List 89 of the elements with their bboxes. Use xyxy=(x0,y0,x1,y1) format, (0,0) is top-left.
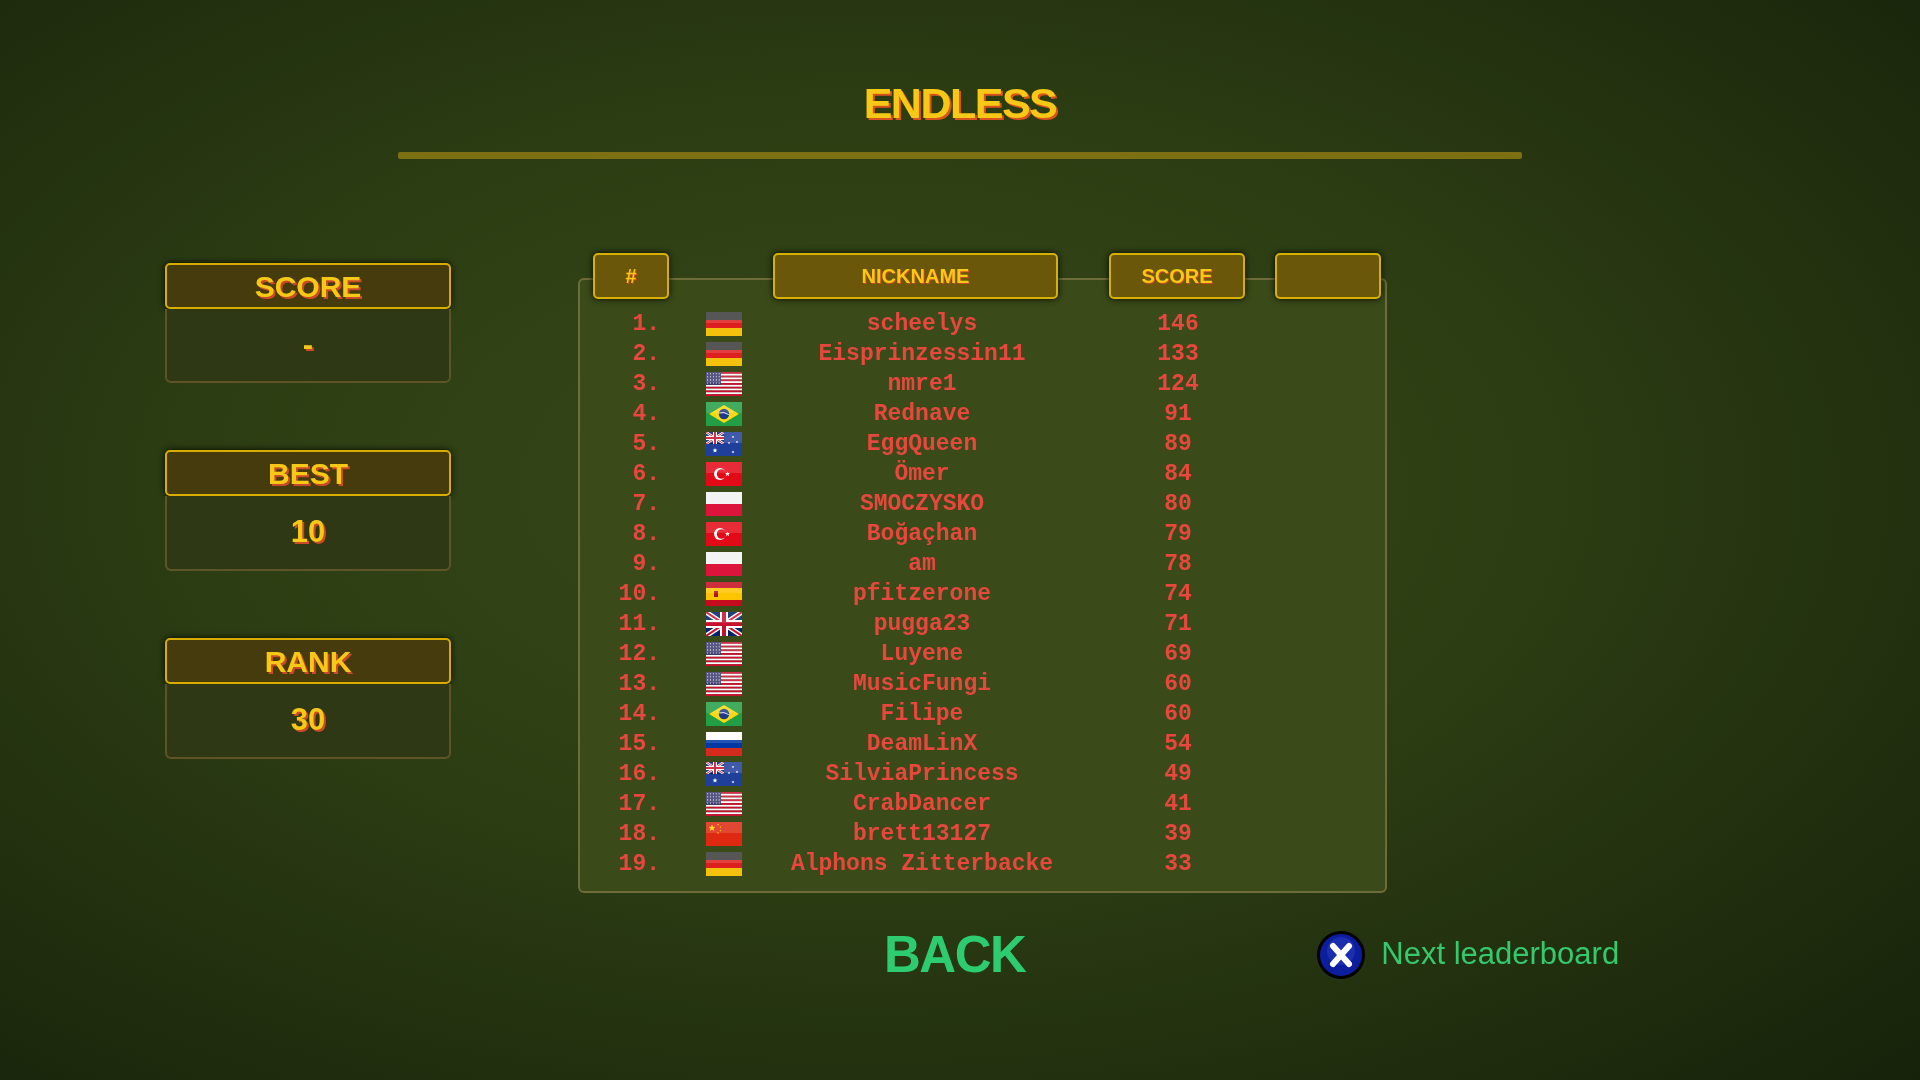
stat-header: RANK xyxy=(165,638,451,684)
stat-header: SCORE xyxy=(165,263,451,309)
rank-cell-text: 17. xyxy=(617,789,660,819)
usa-flag-icon xyxy=(706,642,742,666)
australia-flag-icon xyxy=(706,432,742,456)
australia-flag-icon xyxy=(706,762,742,786)
poland-flag-icon xyxy=(706,492,742,516)
nickname-cell-text: SMOCZYSKO xyxy=(858,489,986,519)
score-cell-text: 133 xyxy=(1156,339,1200,369)
score-cell-text: 89 xyxy=(1163,429,1193,459)
turkey-flag-icon xyxy=(706,522,742,546)
column-header: # xyxy=(593,253,669,299)
rank-cell-text: 2. xyxy=(631,339,660,369)
score-cell-text: 41 xyxy=(1163,789,1193,819)
rank-cell-text: 15. xyxy=(617,729,660,759)
column-header: NICKNAME xyxy=(773,253,1058,299)
germany-flag-icon xyxy=(706,852,742,876)
back-button[interactable]: BACK xyxy=(884,929,1026,980)
nickname-cell-text: scheelys xyxy=(865,309,979,339)
nickname-cell-text: DeamLinX xyxy=(865,729,979,759)
rank-cell-text: 16. xyxy=(617,759,660,789)
score-cell-text: 49 xyxy=(1163,759,1193,789)
rank-cell-text: 19. xyxy=(617,849,660,879)
rank-cell-text: 8. xyxy=(631,519,660,549)
russia-flag-icon xyxy=(706,732,742,756)
nickname-cell-text: pfitzerone xyxy=(852,579,992,609)
score-cell-text: 39 xyxy=(1163,819,1193,849)
score-cell-text: 33 xyxy=(1163,849,1193,879)
nickname-cell-text: EggQueen xyxy=(865,429,979,459)
rank-cell-text: 7. xyxy=(631,489,660,519)
nickname-cell-text: Ömer xyxy=(893,459,951,489)
nickname-cell-text: MusicFungi xyxy=(852,669,992,699)
brazil-flag-icon xyxy=(706,702,742,726)
nickname-cell-text: Luyene xyxy=(879,639,965,669)
rank-cell-text: 12. xyxy=(617,639,660,669)
rank-cell-text: 1. xyxy=(631,309,660,339)
usa-flag-icon xyxy=(706,372,742,396)
rank-cell-text: 13. xyxy=(617,669,660,699)
column-header: SCORE xyxy=(1109,253,1245,299)
china-flag-icon xyxy=(706,822,742,846)
stat-value: 10 xyxy=(165,496,451,571)
page-title: ENDLESS xyxy=(863,82,1057,125)
rank-cell-text: 5. xyxy=(631,429,660,459)
score-cell-text: 60 xyxy=(1163,669,1193,699)
poland-flag-icon xyxy=(706,552,742,576)
rank-cell-text: 6. xyxy=(631,459,660,489)
score-cell-text: 71 xyxy=(1163,609,1193,639)
nickname-cell-text: Filipe xyxy=(879,699,965,729)
rank-cell-text: 3. xyxy=(631,369,660,399)
rank-cell-text: 9. xyxy=(631,549,660,579)
score-cell-text: 91 xyxy=(1163,399,1193,429)
nickname-cell-text: nmre1 xyxy=(886,369,958,399)
nickname-cell-text: SilviaPrincess xyxy=(824,759,1020,789)
rank-cell-text: 14. xyxy=(617,699,660,729)
nickname-cell-text: Alphons Zitterbacke xyxy=(789,849,1055,879)
score-cell-text: 124 xyxy=(1156,369,1200,399)
x-button-icon xyxy=(1317,930,1366,979)
nickname-cell-text: Boğaçhan xyxy=(865,519,979,549)
score-cell-text: 80 xyxy=(1163,489,1193,519)
next-leaderboard-button[interactable]: Next leaderboard xyxy=(1317,930,1620,979)
score-cell-text: 69 xyxy=(1163,639,1193,669)
nickname-cell-text: brett13127 xyxy=(852,819,992,849)
rank-cell-text: 10. xyxy=(617,579,660,609)
nickname-cell-text: Rednave xyxy=(872,399,972,429)
germany-flag-icon xyxy=(706,342,742,366)
nickname-cell-text: Eisprinzessin11 xyxy=(817,339,1027,369)
rank-cell-text: 11. xyxy=(617,609,660,639)
stat-value: - xyxy=(165,309,451,383)
germany-flag-icon xyxy=(706,312,742,336)
score-cell-text: 84 xyxy=(1163,459,1193,489)
score-cell-text: 146 xyxy=(1156,309,1200,339)
usa-flag-icon xyxy=(706,792,742,816)
score-cell-text: 74 xyxy=(1163,579,1193,609)
nickname-cell-text: pugga23 xyxy=(872,609,972,639)
uk-flag-icon xyxy=(706,612,742,636)
brazil-flag-icon xyxy=(706,402,742,426)
nickname-cell-text: CrabDancer xyxy=(852,789,992,819)
score-cell-text: 78 xyxy=(1163,549,1193,579)
spain-flag-icon xyxy=(706,582,742,606)
rank-cell-text: 4. xyxy=(631,399,660,429)
score-cell-text: 60 xyxy=(1163,699,1193,729)
turkey-flag-icon xyxy=(706,462,742,486)
score-cell-text: 54 xyxy=(1163,729,1193,759)
stat-header: BEST xyxy=(165,450,451,496)
rank-cell-text: 18. xyxy=(617,819,660,849)
stat-value: 30 xyxy=(165,684,451,759)
score-cell-text: 79 xyxy=(1163,519,1193,549)
usa-flag-icon xyxy=(706,672,742,696)
nickname-cell-text: am xyxy=(907,549,937,579)
